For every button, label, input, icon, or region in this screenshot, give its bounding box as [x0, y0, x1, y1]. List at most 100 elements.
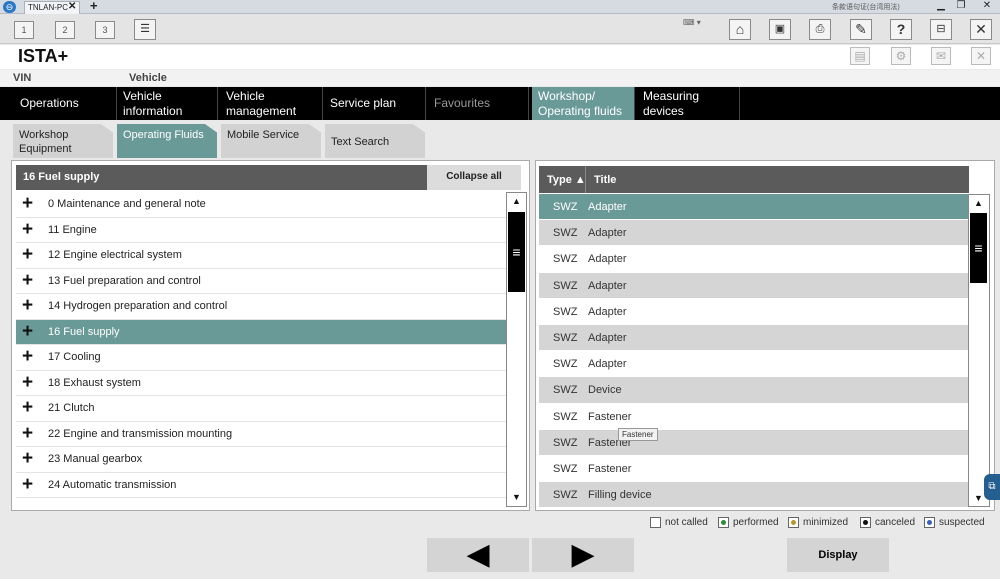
remote-session-badge-icon[interactable]: ⧉	[984, 474, 1000, 500]
expand-plus-icon[interactable]: +	[22, 244, 33, 266]
tree-item[interactable]: +21 Clutch	[16, 396, 506, 422]
tree-item[interactable]: +11 Engine	[16, 217, 506, 243]
subtab-text-search[interactable]: Text Search	[325, 124, 425, 158]
tab-operations[interactable]: Operations	[14, 87, 117, 120]
table-row[interactable]: SWZ Adapter	[539, 298, 968, 325]
tree-item[interactable]: +14 Hydrogen preparation and control	[16, 294, 506, 320]
table-row[interactable]: SWZ Adapter	[539, 246, 968, 273]
tree-header: 16 Fuel supply Collapse all	[16, 165, 521, 190]
cell-type: SWZ	[553, 384, 578, 397]
cell-type: SWZ	[553, 410, 578, 423]
window-restore-icon[interactable]: ❐	[952, 0, 970, 12]
expand-plus-icon[interactable]: +	[22, 474, 33, 496]
wrench-icon[interactable]: ✎	[850, 19, 872, 40]
expand-plus-icon[interactable]: +	[22, 423, 33, 445]
cell-title: Adapter	[588, 331, 627, 344]
expand-plus-icon[interactable]: +	[22, 270, 33, 292]
tab-measuring-devices[interactable]: Measuring devices	[637, 87, 740, 120]
tree-item[interactable]: +23 Manual gearbox	[16, 447, 506, 473]
table-row[interactable]: SWZ Fastener	[539, 455, 968, 483]
results-panel: Type ▲ Title SWZ Adapter SWZ Adapter SWZ Adap…	[535, 160, 995, 511]
tree-item[interactable]: +22 Engine and transmission mounting	[16, 421, 506, 447]
print-icon[interactable]: ⎙	[809, 19, 831, 40]
table-row[interactable]: SWZ Device	[539, 377, 968, 404]
subtab-mobile-service[interactable]: Mobile Service	[221, 124, 321, 158]
subtab-operating-fluids[interactable]: Operating Fluids	[117, 124, 217, 158]
tree-item[interactable]: +13 Fuel preparation and control	[16, 268, 506, 294]
expand-plus-icon[interactable]: +	[22, 321, 33, 343]
tree-item-label: 21 Clutch	[48, 402, 95, 414]
tab-workshop-operating-fluids[interactable]: Workshop/ Operating fluids	[532, 87, 635, 120]
tree-item[interactable]: +18 Exhaust system	[16, 370, 506, 396]
tree-item[interactable]: +12 Engine electrical system	[16, 243, 506, 269]
table-row[interactable]: SWZ Adapter	[539, 194, 968, 221]
tree-item[interactable]: +16 Fuel supply	[16, 319, 506, 345]
window-minimize-icon[interactable]: ▁	[932, 0, 950, 12]
cell-type: SWZ	[553, 358, 578, 371]
new-tab-button[interactable]: +	[90, 0, 98, 13]
cell-title: Adapter	[588, 358, 627, 371]
back-button[interactable]: ◀	[427, 538, 529, 572]
cell-type: SWZ	[553, 462, 578, 475]
tree-item-label: 11 Engine	[48, 223, 97, 236]
collapse-all-button[interactable]: Collapse all	[427, 165, 521, 190]
cell-title: Fastener	[588, 462, 632, 475]
tree-item[interactable]: +0 Maintenance and general note	[16, 192, 506, 218]
home-icon[interactable]: ⌂	[729, 19, 751, 40]
forward-button[interactable]: ▶	[532, 538, 634, 572]
scroll-down-icon[interactable]: ▼	[508, 490, 525, 504]
expand-plus-icon[interactable]: +	[22, 219, 33, 241]
table-row[interactable]: SWZ Adapter	[539, 272, 968, 299]
grid-scrollbar[interactable]: ▲ ≡ ▼	[968, 194, 990, 507]
subtab-label: Text Search	[331, 136, 390, 148]
expand-plus-icon[interactable]: +	[22, 193, 33, 215]
session-button-2[interactable]: 2	[55, 21, 75, 39]
table-row[interactable]: SWZ Adapter	[539, 351, 968, 378]
table-row[interactable]: SWZ Adapter	[539, 324, 968, 352]
secondary-close-icon[interactable]: ✕	[971, 47, 991, 65]
column-header-type[interactable]: Type ▲	[547, 174, 586, 186]
cell-type: SWZ	[553, 201, 578, 213]
expand-plus-icon[interactable]: +	[22, 372, 33, 394]
display-button[interactable]: Display	[787, 538, 889, 572]
window-close-icon[interactable]: ✕	[978, 0, 996, 12]
scroll-thumb[interactable]: ≡	[508, 212, 525, 292]
help-icon[interactable]: ?	[890, 19, 912, 40]
results-grid: SWZ Adapter SWZ Adapter SWZ Adapter SWZ Adapter…	[539, 194, 968, 507]
table-row[interactable]: SWZ Filling device	[539, 482, 968, 507]
cell-type: SWZ	[553, 305, 578, 318]
tree-item[interactable]: +17 Cooling	[16, 345, 506, 371]
remote-desktop-icon[interactable]: ⊖	[3, 1, 16, 13]
expand-plus-icon[interactable]: +	[22, 448, 33, 470]
tree-item[interactable]: +24 Automatic transmission	[16, 472, 506, 498]
table-row[interactable]: SWZ Adapter	[539, 220, 968, 247]
tab-favourites[interactable]: Favourites	[428, 87, 529, 120]
table-row[interactable]: SWZ Fastener	[539, 429, 968, 456]
tab-service-plan[interactable]: Service plan	[324, 87, 426, 120]
tree-scrollbar[interactable]: ▲ ≡ ▼	[506, 192, 527, 507]
expand-plus-icon[interactable]: +	[22, 295, 33, 317]
tab-close-icon[interactable]: ✕	[68, 0, 76, 14]
vehicle-info-icon[interactable]: ▣	[769, 19, 791, 40]
expand-plus-icon[interactable]: +	[22, 397, 33, 419]
session-button-1[interactable]: 1	[14, 21, 34, 39]
column-header-title[interactable]: Title	[594, 174, 616, 186]
expand-plus-icon[interactable]: +	[22, 346, 33, 368]
document-icon[interactable]: ▤	[850, 47, 870, 65]
table-row[interactable]: SWZ Fastener	[539, 403, 968, 430]
subtab-workshop-equipment[interactable]: Workshop Equipment	[13, 124, 113, 158]
gear-icon[interactable]: ⚙	[891, 47, 911, 65]
tab-vehicle-information[interactable]: Vehicle information	[117, 87, 218, 120]
list-icon[interactable]: ☰	[134, 19, 156, 40]
tab-vehicle-management[interactable]: Vehicle management	[220, 87, 323, 120]
legend-label: not called	[665, 517, 708, 528]
close-icon[interactable]: ✕	[970, 19, 992, 40]
scroll-up-icon[interactable]: ▲	[970, 196, 987, 210]
scroll-up-icon[interactable]: ▲	[508, 194, 525, 208]
minimize-window-icon[interactable]: ⊟	[930, 19, 952, 40]
keyboard-menu-icon[interactable]: ⌨ ▾	[683, 18, 717, 30]
mail-icon[interactable]: ✉	[931, 47, 951, 65]
scroll-thumb[interactable]: ≡	[970, 213, 987, 283]
vehicle-id-row: VIN Vehicle	[0, 70, 1000, 86]
session-button-3[interactable]: 3	[95, 21, 115, 39]
